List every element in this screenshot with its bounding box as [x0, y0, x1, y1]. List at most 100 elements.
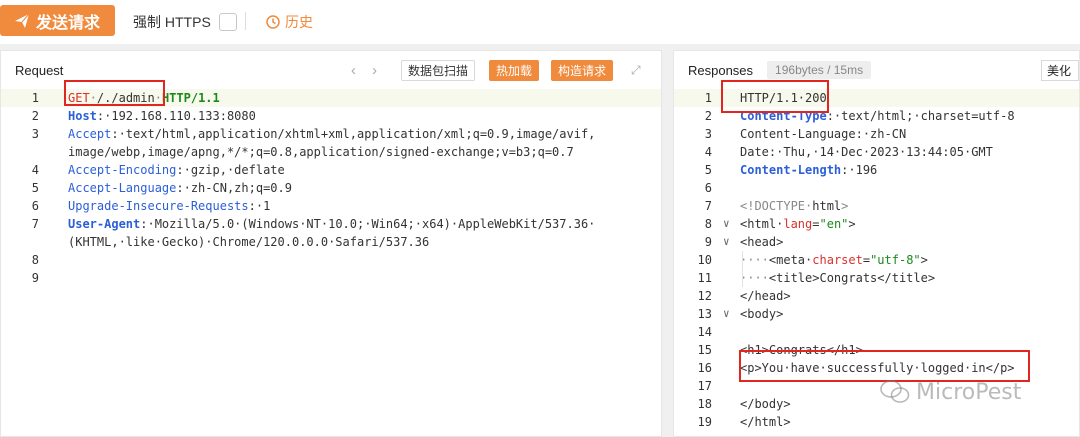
code-text: ····<meta·charset="utf-8">: [740, 253, 928, 267]
code-text: Date:·Thu,·14·Dec·2023·13:44:05·GMT: [740, 145, 993, 159]
code-text: (KHTML,·like·Gecko)·Chrome/120.0.0.0·Saf…: [68, 235, 430, 249]
line-number: 1: [31, 91, 39, 105]
code-text: Host:·192.168.110.133:8080: [68, 109, 256, 123]
code-text: <body>: [740, 307, 784, 321]
watermark: MicroPest: [880, 379, 1021, 405]
wechat-logo-icon: [880, 380, 910, 403]
line-number: 9: [31, 271, 39, 285]
fold-toggle-icon[interactable]: ∨: [723, 305, 730, 323]
line-number: 2: [31, 109, 39, 123]
code-line: 13 ∨ <body>: [674, 305, 1079, 323]
code-line: 5 Content-Length:·196: [674, 161, 1079, 179]
code-line: 10 ····<meta·charset="utf-8">: [674, 251, 1079, 269]
clock-icon: [266, 15, 280, 29]
fold-toggle-icon[interactable]: ∨: [723, 233, 730, 251]
code-line: 14: [674, 323, 1079, 341]
code-line: 7 <!DOCTYPE·html>: [674, 197, 1079, 215]
code-text: <html·lang="en">: [740, 217, 856, 231]
code-line: 3 Content-Language:·zh-CN: [674, 125, 1079, 143]
force-https-label: 强制 HTTPS: [133, 14, 211, 30]
line-number: 10: [697, 253, 712, 267]
code-line: 5 Accept-Language:·zh-CN,zh;q=0.9: [1, 179, 661, 197]
code-text: image/webp,image/apng,*/*;q=0.8,applicat…: [68, 145, 574, 159]
code-text: Accept:·text/html,application/xhtml+xml,…: [68, 127, 596, 141]
line-number: 2: [704, 109, 712, 123]
line-number: 11: [697, 271, 712, 285]
history-nav: ‹ ›: [351, 62, 377, 79]
line-number: 4: [704, 145, 712, 159]
history-button[interactable]: 历史: [266, 12, 313, 32]
indent-guide: [742, 251, 743, 287]
chevron-left-icon[interactable]: ‹: [351, 62, 356, 79]
code-text: </head>: [740, 289, 791, 303]
code-text: Upgrade-Insecure-Requests:·1: [68, 199, 271, 213]
code-line: 8 ∨ <html·lang="en">: [674, 215, 1079, 233]
line-number: 5: [31, 181, 39, 195]
request-title: Request: [15, 62, 64, 78]
line-number: 9: [704, 235, 712, 249]
code-line: image/webp,image/apng,*/*;q=0.8,applicat…: [1, 143, 661, 161]
line-number: 7: [31, 217, 39, 231]
code-line: 3 Accept:·text/html,application/xhtml+xml…: [1, 125, 661, 143]
code-line: 8: [1, 251, 661, 269]
packet-scan-button[interactable]: 数据包扫描: [401, 60, 476, 81]
toolbar-divider: [245, 12, 246, 30]
build-request-button[interactable]: 构造请求: [551, 60, 614, 81]
code-text: ····<title>Congrats</title>: [740, 271, 936, 285]
line-number: 8: [31, 253, 39, 267]
panel-gutter: [662, 50, 673, 437]
code-line: 2 Host:·192.168.110.133:8080: [1, 107, 661, 125]
code-text: </body>: [740, 397, 791, 411]
top-toolbar: 发送请求 强制 HTTPS 历史: [0, 0, 1080, 42]
line-number: 1: [704, 91, 712, 105]
line-number: 18: [697, 397, 712, 411]
line-number: 3: [31, 127, 39, 141]
line-number: 17: [697, 379, 712, 393]
code-text: User-Agent:·Mozilla/5.0·(Windows·NT·10.0…: [68, 217, 596, 231]
line-number: 4: [31, 163, 39, 177]
line-number: 14: [697, 325, 712, 339]
line-number: 5: [704, 163, 712, 177]
force-https-checkbox[interactable]: [218, 13, 237, 31]
code-line: 19 </html>: [674, 413, 1079, 431]
response-title: Responses: [688, 62, 754, 78]
code-line: 4 Accept-Encoding:·gzip,·deflate: [1, 161, 661, 179]
code-line: (KHTML,·like·Gecko)·Chrome/120.0.0.0·Saf…: [1, 233, 661, 251]
line-number: 3: [704, 127, 712, 141]
beautify-button[interactable]: 美化: [1041, 60, 1079, 81]
line-number: 6: [704, 181, 712, 195]
code-line: 11 ····<title>Congrats</title>: [674, 269, 1079, 287]
line-number: 19: [697, 415, 712, 429]
line-number: 12: [697, 289, 712, 303]
line-number: 16: [697, 361, 712, 375]
code-text: Accept-Language:·zh-CN,zh;q=0.9: [68, 181, 292, 195]
code-line: 6 Upgrade-Insecure-Requests:·1: [1, 197, 661, 215]
code-text: Content-Language:·zh-CN: [740, 127, 907, 141]
hot-load-button[interactable]: 热加载: [489, 60, 540, 81]
fold-toggle-icon[interactable]: ∨: [723, 215, 730, 233]
line-number: 7: [704, 199, 712, 213]
line-number: 6: [31, 199, 39, 213]
request-panel: Request ‹ › 数据包扫描 热加载 构造请求 ⤢ 1 GET·/./adm…: [0, 50, 662, 437]
highlight-box-status-line: [721, 80, 829, 113]
code-text: Content-Length:·196: [740, 163, 878, 177]
code-line: 4 Date:·Thu,·14·Dec·2023·13:44:05·GMT: [674, 143, 1079, 161]
expand-icon[interactable]: ⤢: [631, 63, 641, 78]
chevron-right-icon[interactable]: ›: [372, 62, 377, 79]
line-number: 8: [704, 217, 712, 231]
code-text: </html>: [740, 415, 791, 429]
line-number: 15: [697, 343, 712, 357]
response-size-badge: 196bytes / 15ms: [767, 61, 872, 79]
send-request-label: 发送请求: [36, 14, 101, 32]
send-request-button[interactable]: 发送请求: [0, 5, 115, 36]
history-label: 历史: [285, 14, 313, 30]
force-https-toggle[interactable]: 强制 HTTPS: [133, 12, 237, 32]
highlight-box-success-message: [739, 350, 1030, 382]
request-editor[interactable]: 1 GET·/./admin·HTTP/1.1 2 Host:·192.168.110…: [1, 89, 661, 436]
code-line: 9 ∨ <head>: [674, 233, 1079, 251]
code-line: 6: [674, 179, 1079, 197]
highlight-box-request-line: [64, 80, 165, 106]
code-text: <!DOCTYPE·html>: [740, 199, 849, 213]
code-text: Accept-Encoding:·gzip,·deflate: [68, 163, 285, 177]
line-number: 13: [697, 307, 712, 321]
